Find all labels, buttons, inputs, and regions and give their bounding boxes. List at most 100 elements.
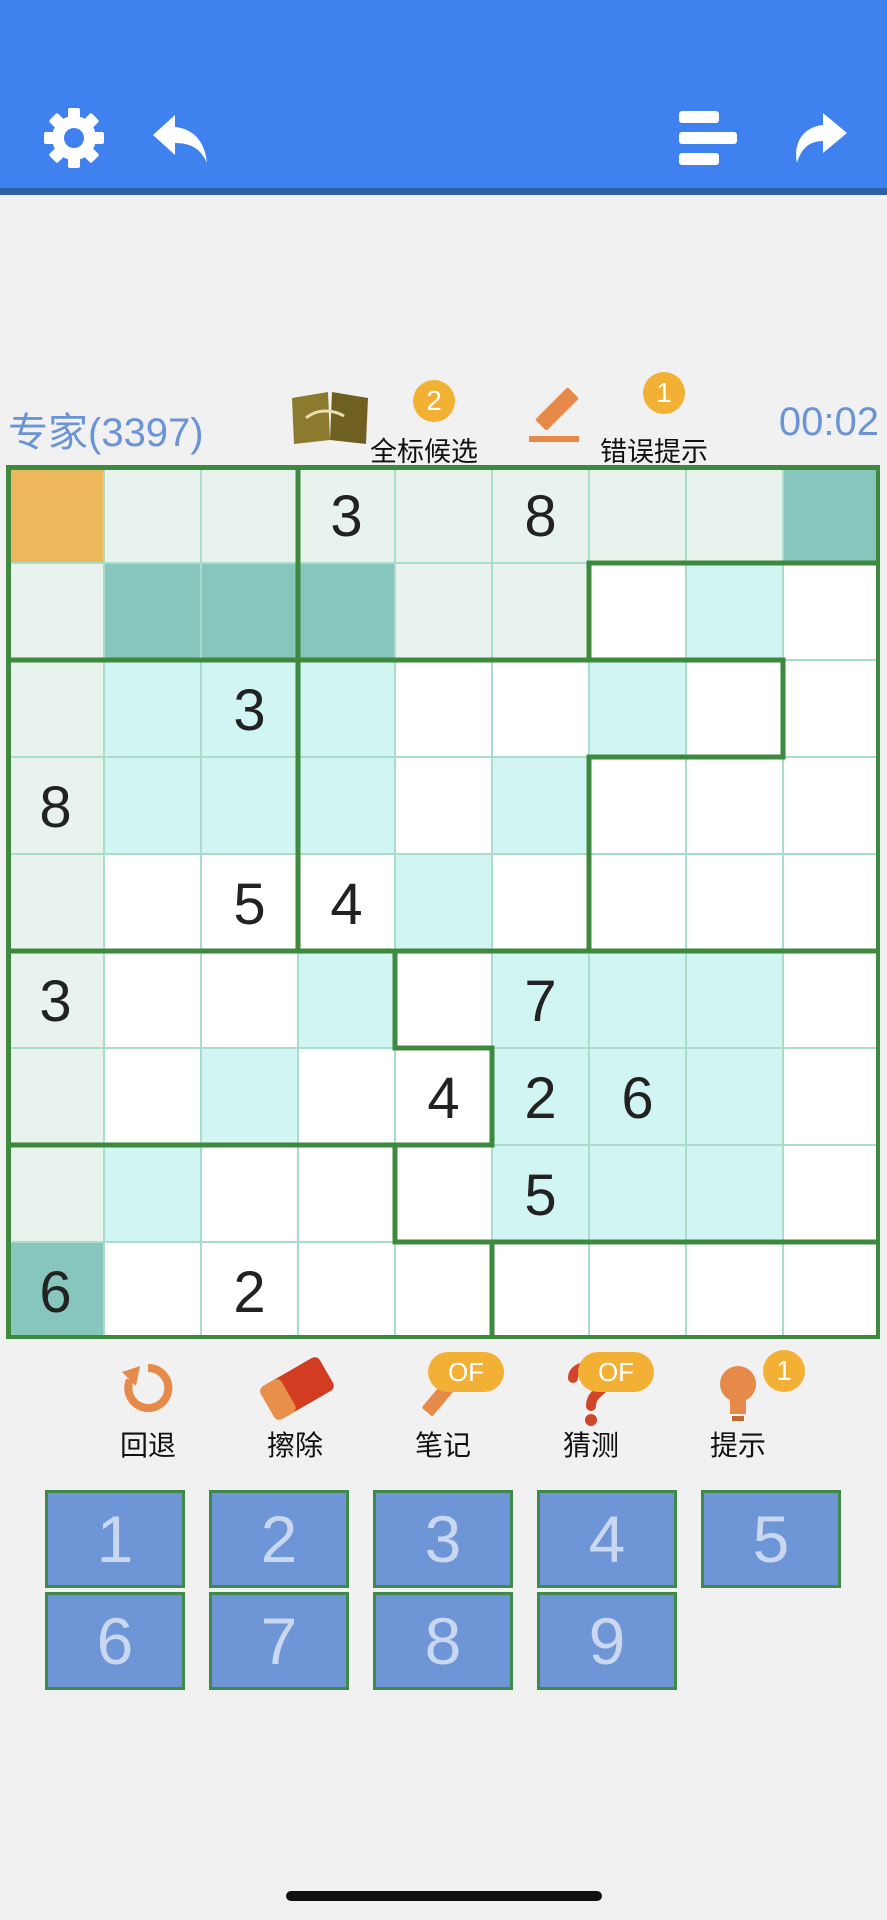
top-bar	[0, 0, 887, 195]
settings-button[interactable]	[34, 98, 114, 178]
cell-r7c9[interactable]	[783, 1048, 880, 1145]
key-3[interactable]: 3	[373, 1490, 513, 1588]
notes-button[interactable]: OF 笔记	[388, 1350, 504, 1470]
cell-r6c2[interactable]	[104, 951, 201, 1048]
hint-button[interactable]: 1 提示	[683, 1350, 805, 1470]
cell-r4c5[interactable]	[395, 757, 492, 854]
cell-r4c6[interactable]	[492, 757, 589, 854]
cell-r2c7[interactable]	[589, 563, 686, 660]
cell-r1c1[interactable]	[7, 466, 104, 563]
cell-r3c1[interactable]	[7, 660, 104, 757]
cell-r2c6[interactable]	[492, 563, 589, 660]
given-digit: 8	[524, 484, 556, 549]
cell-r3c2[interactable]	[104, 660, 201, 757]
cell-r7c3[interactable]	[201, 1048, 298, 1145]
cell-r5c2[interactable]	[104, 854, 201, 951]
cell-r5c7[interactable]	[589, 854, 686, 951]
cell-r8c9[interactable]	[783, 1145, 880, 1242]
cell-r4c9[interactable]	[783, 757, 880, 854]
cell-r3c9[interactable]	[783, 660, 880, 757]
cell-r2c5[interactable]	[395, 563, 492, 660]
cell-r3c8[interactable]	[686, 660, 783, 757]
cell-r7c2[interactable]	[104, 1048, 201, 1145]
redo-button[interactable]	[778, 98, 858, 178]
key-8[interactable]: 8	[373, 1592, 513, 1690]
cell-r3c4[interactable]	[298, 660, 395, 757]
status-row: 专家(3397) 2 全标候选 1 错误提示 00:02	[0, 372, 887, 467]
cell-r5c1[interactable]	[7, 854, 104, 951]
sudoku-board[interactable]: 3 8385 43 74 2 656 2	[6, 465, 880, 1339]
cell-r7c4[interactable]	[298, 1048, 395, 1145]
cell-r4c2[interactable]	[104, 757, 201, 854]
cell-r8c1[interactable]	[7, 1145, 104, 1242]
cell-r9c5[interactable]	[395, 1242, 492, 1339]
cell-r2c1[interactable]	[7, 563, 104, 660]
cell-r8c2[interactable]	[104, 1145, 201, 1242]
key-9[interactable]: 9	[537, 1592, 677, 1690]
cell-r8c3[interactable]	[201, 1145, 298, 1242]
given-digit: 7	[524, 969, 556, 1034]
key-2[interactable]: 2	[209, 1490, 349, 1588]
cell-r1c9[interactable]	[783, 466, 880, 563]
cell-r5c8[interactable]	[686, 854, 783, 951]
key-5[interactable]: 5	[701, 1490, 841, 1588]
given-digit: 6	[621, 1066, 653, 1131]
cell-r9c9[interactable]	[783, 1242, 880, 1339]
cell-r9c4[interactable]	[298, 1242, 395, 1339]
key-4[interactable]: 4	[537, 1490, 677, 1588]
eraser-icon	[260, 1357, 334, 1420]
cell-r8c4[interactable]	[298, 1145, 395, 1242]
cell-r5c5[interactable]	[395, 854, 492, 951]
cell-r8c7[interactable]	[589, 1145, 686, 1242]
cell-r9c2[interactable]	[104, 1242, 201, 1339]
cell-r6c7[interactable]	[589, 951, 686, 1048]
hint-label: 提示	[709, 1430, 766, 1461]
cell-r2c4[interactable]	[298, 563, 395, 660]
given-digit: 3	[330, 484, 362, 549]
cell-r1c5[interactable]	[395, 466, 492, 563]
cell-r4c8[interactable]	[686, 757, 783, 854]
error-hint-button[interactable]: 1 错误提示	[525, 372, 725, 467]
cell-r6c5[interactable]	[395, 951, 492, 1048]
cell-r4c4[interactable]	[298, 757, 395, 854]
key-1[interactable]: 1	[45, 1490, 185, 1588]
cell-r7c1[interactable]	[7, 1048, 104, 1145]
cell-r1c2[interactable]	[104, 466, 201, 563]
cell-r5c6[interactable]	[492, 854, 589, 951]
key-7[interactable]: 7	[209, 1592, 349, 1690]
cell-r6c4[interactable]	[298, 951, 395, 1048]
tool-row: 回退 擦除 OF 笔记 OF 猜测 1 提示	[0, 1350, 887, 1470]
cell-r3c6[interactable]	[492, 660, 589, 757]
back-button[interactable]	[140, 98, 220, 178]
cell-r9c8[interactable]	[686, 1242, 783, 1339]
cell-r2c9[interactable]	[783, 563, 880, 660]
cell-r8c5[interactable]	[395, 1145, 492, 1242]
cell-r2c3[interactable]	[201, 563, 298, 660]
undo-button[interactable]: 回退	[93, 1350, 203, 1470]
cell-r8c8[interactable]	[686, 1145, 783, 1242]
mark-all-candidates-button[interactable]: 2 全标候选	[282, 380, 497, 467]
erase-button[interactable]: 擦除	[240, 1350, 350, 1470]
notes-label: 笔记	[414, 1430, 471, 1461]
cell-r4c7[interactable]	[589, 757, 686, 854]
cell-r9c6[interactable]	[492, 1242, 589, 1339]
cell-r5c9[interactable]	[783, 854, 880, 951]
cell-r4c3[interactable]	[201, 757, 298, 854]
cell-r6c9[interactable]	[783, 951, 880, 1048]
cell-r6c3[interactable]	[201, 951, 298, 1048]
guess-button[interactable]: OF 猜测	[536, 1350, 654, 1470]
difficulty-label: 专家(3397)	[8, 411, 204, 455]
cell-r1c8[interactable]	[686, 466, 783, 563]
cell-r2c2[interactable]	[104, 563, 201, 660]
cell-r9c7[interactable]	[589, 1242, 686, 1339]
cell-r3c7[interactable]	[589, 660, 686, 757]
cell-r3c5[interactable]	[395, 660, 492, 757]
cell-r1c7[interactable]	[589, 466, 686, 563]
key-6[interactable]: 6	[45, 1592, 185, 1690]
cell-r7c8[interactable]	[686, 1048, 783, 1145]
cell-r6c8[interactable]	[686, 951, 783, 1048]
menu-button[interactable]	[668, 98, 748, 178]
given-digit: 3	[233, 678, 265, 743]
cell-r1c3[interactable]	[201, 466, 298, 563]
cell-r2c8[interactable]	[686, 563, 783, 660]
